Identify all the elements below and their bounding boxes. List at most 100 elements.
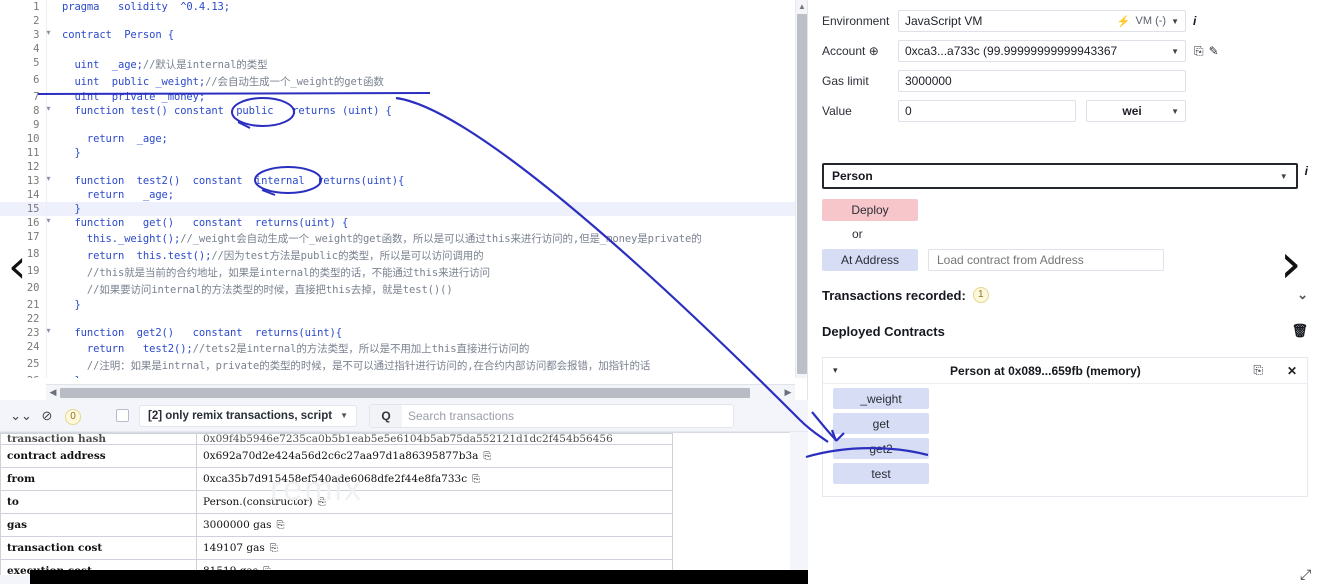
fold-toggle-icon[interactable]: [46, 146, 54, 160]
editor-horizontal-scrollbar[interactable]: ◀ ▶: [46, 384, 795, 400]
value-input[interactable]: 0: [898, 100, 1076, 122]
code-scroll-area[interactable]: 1 pragma solidity ^0.4.13; 2 3 ▾ contract Pe…: [0, 0, 807, 378]
fold-toggle-icon[interactable]: [46, 340, 54, 357]
code-line[interactable]: 21 }: [0, 298, 807, 312]
copy-account-icon[interactable]: ⎘: [1194, 44, 1204, 59]
code-line[interactable]: 9: [0, 118, 807, 132]
deploy-button[interactable]: Deploy: [822, 199, 918, 221]
code-line[interactable]: 3 ▾ contract Person {: [0, 28, 807, 42]
account-select[interactable]: 0xca3...a733c (99.99999999999943367 ▼: [898, 40, 1186, 62]
contract-select[interactable]: Person ▼: [822, 163, 1298, 189]
contract-function-button[interactable]: get2: [833, 438, 929, 459]
fold-toggle-icon[interactable]: [46, 230, 54, 247]
left-chevron-nav-icon[interactable]: ‹: [8, 243, 26, 289]
copy-icon[interactable]: ⎘: [270, 543, 278, 554]
fold-toggle-icon[interactable]: [46, 374, 54, 378]
transactions-recorded-row[interactable]: Transactions recorded: 1 ⌄: [822, 287, 1308, 303]
fold-toggle-icon[interactable]: ▾: [46, 326, 54, 340]
transaction-details-table[interactable]: transaction hash 0x09f4b5946e7235ca0b5b1e…: [0, 432, 790, 575]
editor-horizontal-scroll-thumb[interactable]: [60, 387, 750, 398]
code-line[interactable]: 13 ▾ function test2() constant internal r…: [0, 174, 807, 188]
deployed-instance-header[interactable]: ▾ Person at 0x089...659fb (memory) ⎘ ✕: [823, 358, 1307, 384]
copy-address-icon[interactable]: ⎘: [1253, 363, 1263, 378]
environment-info-icon[interactable]: i: [1193, 14, 1196, 28]
scroll-right-icon[interactable]: ▶: [781, 387, 795, 398]
code-line[interactable]: 19 //this就是当前的合约地址，如果是internal的类型的话，不能通过…: [0, 264, 807, 281]
code-line[interactable]: 10 return _age;: [0, 132, 807, 146]
fold-toggle-icon[interactable]: [46, 298, 54, 312]
code-line[interactable]: 16 ▾ function get() constant returns(uint…: [0, 216, 807, 230]
copy-icon[interactable]: ⎘: [318, 497, 326, 508]
copy-icon[interactable]: ⎘: [483, 451, 491, 462]
listen-network-checkbox[interactable]: [116, 409, 129, 422]
trash-icon[interactable]: 🗑: [1291, 323, 1308, 339]
fold-toggle-icon[interactable]: ▾: [46, 28, 54, 42]
fold-toggle-icon[interactable]: [46, 357, 54, 374]
environment-select[interactable]: JavaScript VM ⚡ VM (-) ▼: [898, 10, 1186, 32]
transaction-filter-select[interactable]: [2] only remix transactions, script ▼: [139, 404, 357, 427]
code-line[interactable]: 15 }: [0, 202, 807, 216]
ban-icon[interactable]: ⊘: [34, 408, 60, 424]
code-line[interactable]: 24 return test2();//tets2是internal的方法类型，…: [0, 340, 807, 357]
search-input[interactable]: [401, 404, 733, 427]
close-icon[interactable]: ✕: [1287, 364, 1297, 378]
contract-function-button[interactable]: test: [833, 463, 929, 484]
code-line[interactable]: 6 uint public _weight;//会自动生成一个_weight的g…: [0, 73, 807, 90]
code-line[interactable]: 12: [0, 160, 807, 174]
fold-toggle-icon[interactable]: [46, 118, 54, 132]
fold-toggle-icon[interactable]: [46, 160, 54, 174]
edit-account-icon[interactable]: ✎: [1209, 44, 1219, 58]
code-line[interactable]: 4: [0, 42, 807, 56]
contract-function-button[interactable]: _weight: [833, 388, 929, 409]
fold-toggle-icon[interactable]: [46, 0, 54, 14]
fold-toggle-icon[interactable]: [46, 188, 54, 202]
editor-vertical-scrollbar[interactable]: ▲: [795, 0, 807, 378]
code-line[interactable]: 20 //如果要访问internal的方法类型的时候，直接把this去掉，就是t…: [0, 281, 807, 298]
fold-toggle-icon[interactable]: ▾: [46, 104, 54, 118]
fold-toggle-icon[interactable]: [46, 264, 54, 281]
fold-toggle-icon[interactable]: [46, 73, 54, 90]
chevrons-down-icon[interactable]: ⌄⌄: [8, 408, 34, 424]
scroll-up-icon[interactable]: ▲: [798, 2, 806, 11]
chevron-down-icon[interactable]: ▼: [1280, 172, 1288, 181]
contract-function-button[interactable]: get: [833, 413, 929, 434]
fold-toggle-icon[interactable]: [46, 14, 54, 28]
code-line[interactable]: 14 return _age;: [0, 188, 807, 202]
fold-toggle-icon[interactable]: [46, 281, 54, 298]
code-line[interactable]: 1 pragma solidity ^0.4.13;: [0, 0, 807, 14]
value-unit-select[interactable]: wei ▼: [1086, 100, 1186, 122]
chevron-down-icon[interactable]: ▼: [1171, 107, 1179, 116]
fold-toggle-icon[interactable]: [46, 312, 54, 326]
refresh-account-icon[interactable]: ⊕: [869, 44, 879, 58]
code-line[interactable]: 17 this._weight();//_weight会自动生成一个_weigh…: [0, 230, 807, 247]
at-address-button[interactable]: At Address: [822, 249, 918, 271]
fold-toggle-icon[interactable]: [46, 42, 54, 56]
fold-toggle-icon[interactable]: ▾: [46, 174, 54, 188]
chevron-down-icon[interactable]: ▼: [1171, 17, 1179, 26]
at-address-input[interactable]: [928, 249, 1164, 271]
fold-toggle-icon[interactable]: [46, 247, 54, 264]
resize-handle-icon[interactable]: ⤢: [1300, 566, 1311, 583]
search-transactions-field[interactable]: Q: [368, 403, 734, 428]
fold-toggle-icon[interactable]: [46, 90, 54, 104]
fold-toggle-icon[interactable]: [46, 132, 54, 146]
code-line[interactable]: 5 uint _age;//默认是internal的类型: [0, 56, 807, 73]
fold-toggle-icon[interactable]: [46, 202, 54, 216]
code-line[interactable]: 22: [0, 312, 807, 326]
code-line[interactable]: 26 }: [0, 374, 807, 378]
copy-icon[interactable]: ⎘: [472, 474, 480, 485]
copy-icon[interactable]: ⎘: [276, 520, 284, 531]
contract-info-icon[interactable]: i: [1305, 164, 1308, 178]
code-line[interactable]: 8 ▾ function test() constant public retur…: [0, 104, 807, 118]
code-line[interactable]: 11 }: [0, 146, 807, 160]
editor-vertical-scroll-thumb[interactable]: [797, 14, 807, 374]
code-line[interactable]: 7 uint private _money;: [0, 90, 807, 104]
right-chevron-nav-icon[interactable]: ›: [1280, 237, 1302, 291]
fold-toggle-icon[interactable]: [46, 56, 54, 73]
code-line[interactable]: 25 //注明：如果是intrnal，private的类型的时候，是不可以通过指…: [0, 357, 807, 374]
code-line[interactable]: 18 return this.test();//因为test方法是public的…: [0, 247, 807, 264]
gas-limit-input[interactable]: 3000000: [898, 70, 1186, 92]
chevron-down-icon[interactable]: ▼: [1171, 47, 1179, 56]
fold-toggle-icon[interactable]: ▾: [46, 216, 54, 230]
code-line[interactable]: 2: [0, 14, 807, 28]
